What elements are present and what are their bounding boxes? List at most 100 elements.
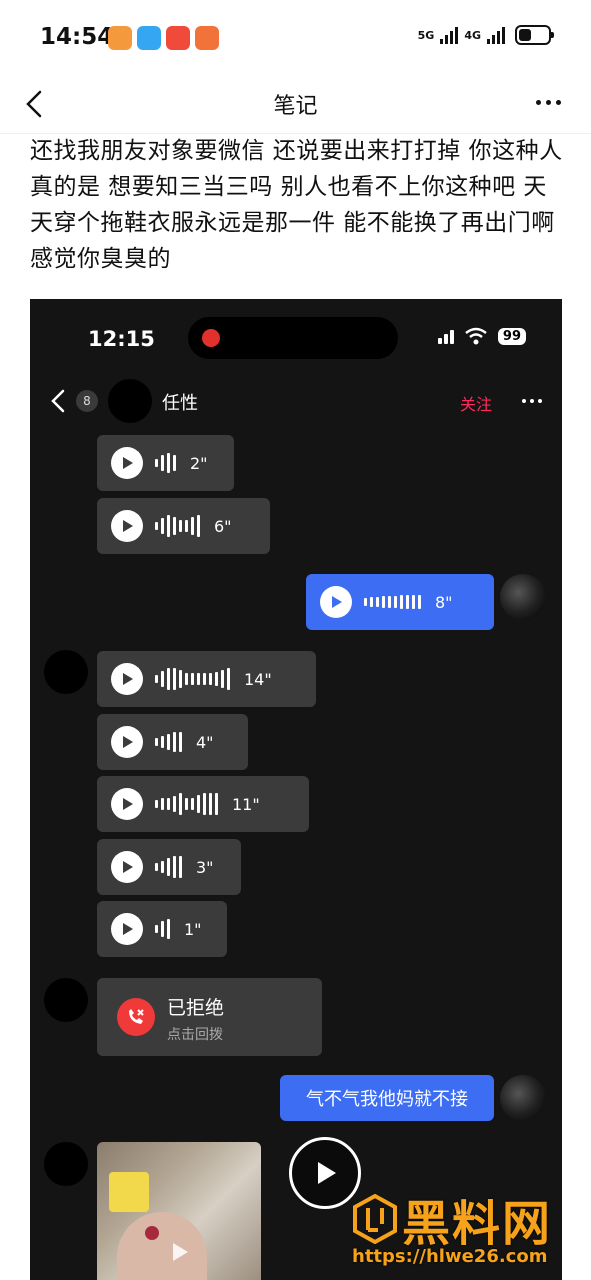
waveform-bar [155,738,158,746]
waveform-bar [155,522,158,530]
waveform-bar [197,795,200,813]
waveform-bar [161,921,164,937]
waveform-bar [388,596,391,608]
waveform-bar [382,596,385,608]
waveform-bar [191,517,194,535]
waveform-bar [209,793,212,815]
waveform-bar [167,668,170,690]
waveform-bar [376,597,379,607]
waveform-bar [179,793,182,815]
voice-message-bubble[interactable]: 4" [97,714,248,770]
waveform-bar [191,798,194,810]
voice-duration: 6" [214,516,232,536]
voice-play-icon[interactable] [111,663,143,695]
play-icon [318,1162,336,1184]
voice-duration: 3" [196,857,214,877]
voice-waveform [155,451,176,475]
declined-call-icon [117,998,155,1036]
thumbnail-detail [145,1226,159,1240]
waveform-bar [179,520,182,532]
voice-duration: 1" [184,919,202,939]
voice-waveform [155,917,170,941]
waveform-bar [215,672,218,686]
signal-4g-icon [487,26,505,44]
5g-app-icon [137,26,161,50]
voice-duration: 2" [190,453,208,473]
waveform-bar [394,596,397,608]
voice-message-bubble[interactable]: 6" [97,498,270,554]
wifi-icon [465,327,487,345]
voice-message-bubble[interactable]: 3" [97,839,241,895]
voice-waveform [155,855,182,879]
waveform-bar [185,798,188,810]
waveform-bar [227,668,230,690]
my-text-message[interactable]: 气不气我他妈就不接 [280,1075,494,1121]
voice-duration: 11" [232,794,260,814]
network-4g-label: 4G [464,28,481,42]
waveform-bar [155,800,158,808]
declined-call-card[interactable]: 已拒绝 点击回拨 [97,978,322,1056]
chat-more-icon[interactable] [522,399,542,403]
embedded-chat-screenshot: 12:15 99 8 任性 关注 2" 6" 8" 14" 4" 11" 3" 1" 已拒绝 [30,299,562,1280]
thumbnail-sign [109,1172,149,1212]
voice-waveform [155,730,182,754]
waveform-bar [221,670,224,688]
waveform-bar [197,515,200,537]
waveform-bar [173,668,176,690]
contact-avatar-small [44,978,88,1022]
watermark-url: https://hlwe26.com [352,1246,548,1267]
waveform-bar [155,675,158,683]
voice-message-bubble[interactable]: 11" [97,776,309,832]
waveform-bar [167,453,170,473]
contact-avatar[interactable] [108,379,152,423]
voice-play-icon[interactable] [111,447,143,479]
waveform-bar [203,673,206,685]
voice-waveform [155,792,218,816]
voice-play-icon[interactable] [111,510,143,542]
voice-waveform [155,667,230,691]
watermark-name: 黑料网 [402,1196,553,1252]
waveform-bar [179,670,182,688]
call-back-hint: 点击回拨 [167,1027,223,1043]
video-thumbnail[interactable] [97,1142,261,1280]
chat-back-icon[interactable] [48,387,68,415]
voice-play-icon[interactable] [111,788,143,820]
embedded-status-indicators: 99 [437,327,526,345]
waveform-bar [173,856,176,878]
voice-message-bubble[interactable]: 8" [306,574,494,630]
clock: 14:54 [40,24,114,50]
site-watermark: 黑料网 https://hlwe26.com [352,1180,582,1280]
waveform-bar [209,673,212,685]
voice-play-icon[interactable] [111,913,143,945]
waveform-bar [167,858,170,876]
waveform-bar [173,796,176,812]
chat-header: 8 任性 关注 [30,379,562,423]
waveform-bar [155,459,158,467]
voice-message-bubble[interactable]: 14" [97,651,316,707]
dynamic-island [188,317,398,359]
waveform-bar [364,598,367,606]
embedded-battery-level: 99 [497,327,526,345]
voice-message-bubble[interactable]: 2" [97,435,234,491]
waveform-bar [412,595,415,609]
note-body-text: 还找我朋友对象要微信 还说要出来打打掉 你这种人真的是 想要知三当三吗 别人也看… [30,138,563,272]
waveform-bar [418,595,421,609]
voice-play-icon[interactable] [111,851,143,883]
waveform-bar [185,520,188,532]
more-options-icon[interactable] [536,100,561,105]
voice-duration: 8" [435,592,453,612]
follow-button[interactable]: 关注 [460,391,492,415]
voice-play-icon[interactable] [320,586,352,618]
mini-program-icon [166,26,190,50]
waveform-bar [161,671,164,687]
waveform-bar [173,732,176,752]
waveform-bar [173,455,176,471]
voice-duration: 4" [196,732,214,752]
embedded-signal-icon [437,328,454,344]
waveform-bar [167,515,170,537]
battery-icon [515,25,554,45]
voice-message-bubble[interactable]: 1" [97,901,227,957]
video-play-button[interactable] [289,1137,361,1209]
voice-play-icon[interactable] [111,726,143,758]
waveform-bar [406,595,409,609]
